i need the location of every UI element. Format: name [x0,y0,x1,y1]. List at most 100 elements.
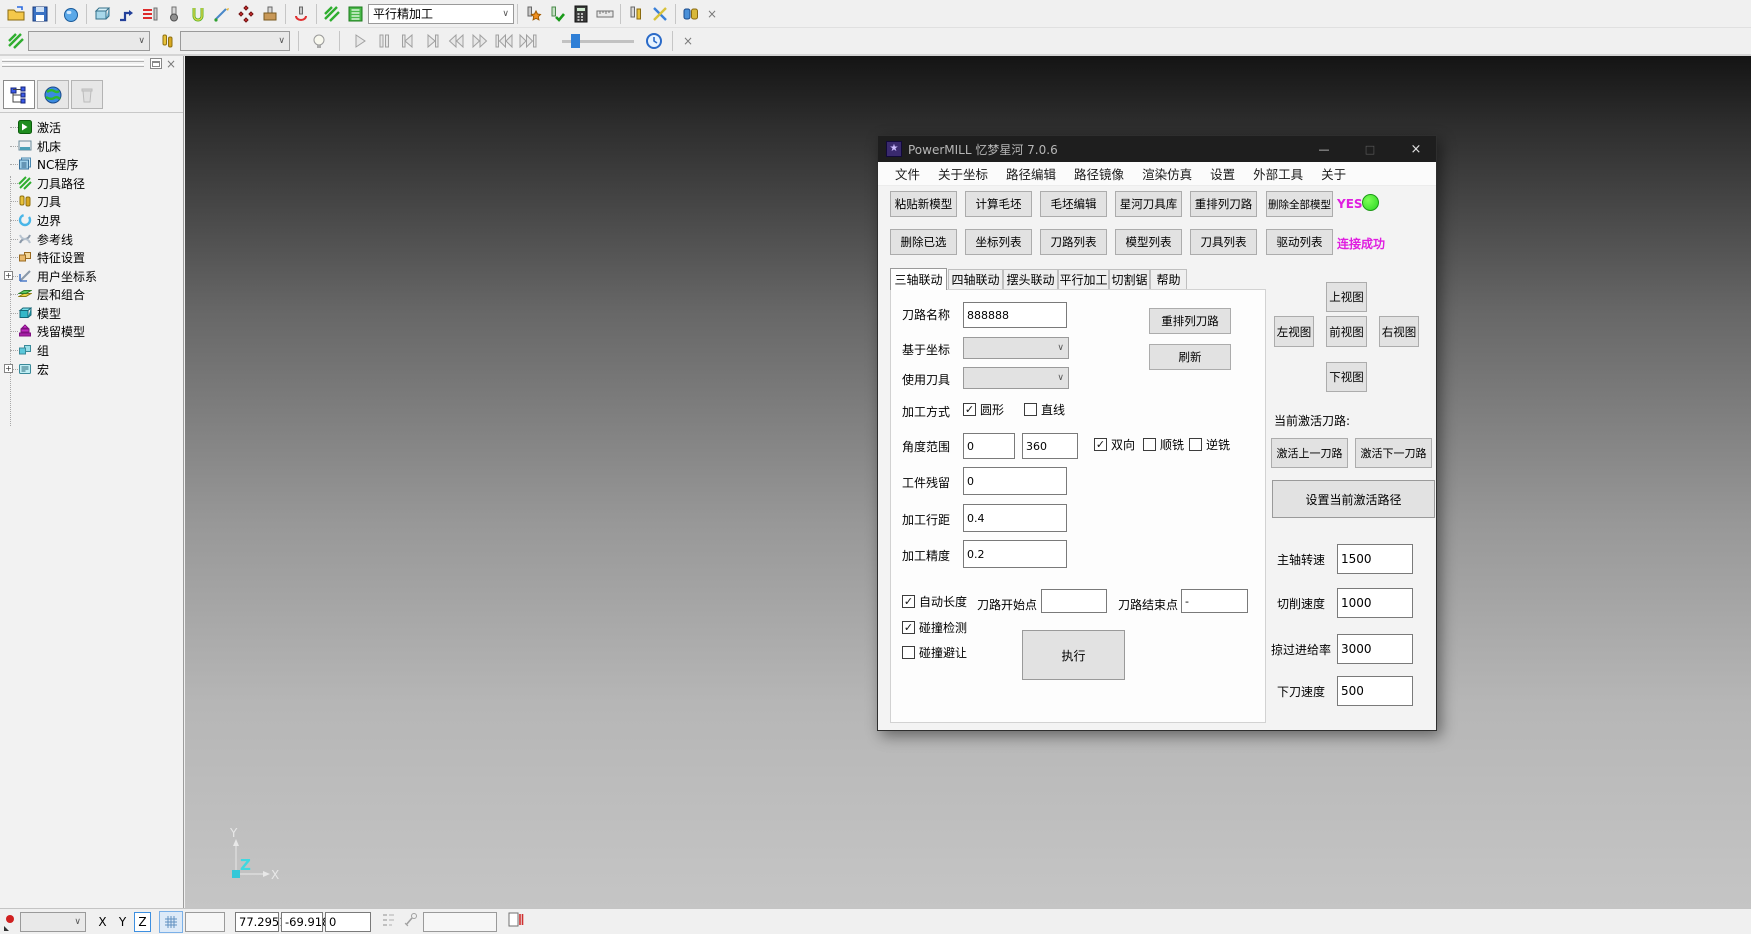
tree-item-workplanes[interactable]: 用户坐标系 [18,267,97,285]
tab-explorer-tree[interactable] [3,80,35,109]
collision-check-checkbox[interactable] [902,621,915,634]
go-to-end-icon[interactable] [516,29,540,53]
tree-item-stock-models[interactable]: 残留模型 [18,322,85,340]
set-active-path-button[interactable]: 设置当前激活路径 [1272,480,1435,518]
tree-item-macros[interactable]: 宏 [18,360,49,378]
mirror-transform-icon[interactable] [648,2,672,26]
skim-feed-input[interactable] [1337,634,1413,664]
message-field[interactable] [423,912,497,932]
axis-z-button[interactable]: Z [134,912,151,932]
bidirectional-option[interactable]: 双向 [1094,436,1135,452]
fast-forward-icon[interactable] [468,29,492,53]
tab-4axis-linkage[interactable]: 四轴联动 [948,269,1003,289]
refresh-button[interactable]: 刷新 [1149,344,1231,370]
panel-close-icon[interactable] [165,58,177,69]
circle-option[interactable]: 圆形 [963,401,1004,417]
tab-parallel-machining[interactable]: 平行加工 [1058,269,1109,289]
collision-avoid-option[interactable]: 碰撞避让 [902,644,967,660]
strategy-dropdown[interactable]: 平行精加工 [368,4,514,24]
create-boundary-icon[interactable] [186,2,210,26]
stock-allowance-input[interactable] [963,467,1067,495]
toolpath-list-button[interactable]: 刀路列表 [1040,229,1107,255]
shaded-model-icon[interactable] [59,2,83,26]
workplane-dropdown[interactable] [20,912,86,932]
tree-item-nc-program[interactable]: NC程序 [18,155,78,173]
view-top-button[interactable]: 上视图 [1326,282,1367,312]
tab-views-globe[interactable] [37,80,69,109]
circle-checkbox[interactable] [963,403,976,416]
tree-item-models[interactable]: 模型 [18,304,61,322]
plunge-speed-input[interactable] [1337,676,1413,706]
view-front-button[interactable]: 前视图 [1326,316,1367,347]
angle-end-input[interactable] [1022,433,1078,459]
step-back-icon[interactable] [396,29,420,53]
block-edit-button[interactable]: 毛坯编辑 [1040,191,1107,217]
conventional-checkbox[interactable] [1189,438,1202,451]
execute-button[interactable]: 执行 [1022,630,1125,680]
menu-path-mirror[interactable]: 路径镜像 [1065,164,1133,183]
tree-item-boundaries[interactable]: 边界 [18,211,61,229]
tree-item-toolpaths[interactable]: 刀具路径 [18,174,85,192]
open-project-icon[interactable] [4,2,28,26]
close-toolbar-icon[interactable] [703,5,721,23]
tool-list-button[interactable]: 刀具列表 [1190,229,1257,255]
tree-item-groups[interactable]: 组 [18,341,49,359]
coord-list-button[interactable]: 坐标列表 [965,229,1032,255]
conventional-option[interactable]: 逆铣 [1189,436,1230,452]
leads-and-links-icon[interactable] [289,2,313,26]
tool-icon[interactable] [156,29,180,53]
menu-settings[interactable]: 设置 [1201,164,1244,183]
menu-render-sim[interactable]: 渲染仿真 [1133,164,1201,183]
optimise-toolpath-icon[interactable] [521,2,545,26]
tab-help[interactable]: 帮助 [1150,269,1187,289]
shade-bulb-icon[interactable] [307,29,331,53]
maximize-button[interactable] [1350,136,1390,162]
rearrange-toolpath-button[interactable]: 重排列刀路 [1149,308,1231,334]
grid-toggle-button[interactable] [159,911,183,933]
toolpath-select-dropdown[interactable] [28,31,150,51]
tree-item-activate[interactable]: 激活 [18,118,61,136]
stepover-input[interactable] [963,504,1067,532]
line-option[interactable]: 直线 [1024,401,1065,417]
view-bottom-button[interactable]: 下视图 [1326,362,1367,392]
view-left-button[interactable]: 左视图 [1274,316,1314,347]
axis-y-button[interactable]: Y [114,912,131,932]
collision-check-option[interactable]: 碰撞检测 [902,619,967,635]
simulation-clock-icon[interactable] [642,29,666,53]
save-project-icon[interactable] [28,2,52,26]
toolpath-strategies-icon[interactable] [114,2,138,26]
angle-start-input[interactable] [963,433,1015,459]
rearrange-toolpaths-button[interactable]: 重排列刀路 [1190,191,1257,217]
tree-item-feature-sets[interactable]: 特征设置 [18,248,85,266]
coordinate-z-field[interactable]: 0 [325,912,371,932]
toolpath-icon[interactable] [4,29,28,53]
axis-x-button[interactable]: X [94,912,111,932]
step-forward-icon[interactable] [420,29,444,53]
rewind-icon[interactable] [444,29,468,53]
bidirectional-checkbox[interactable] [1094,438,1107,451]
grid-size-field[interactable] [185,912,225,932]
panel-grip[interactable] [2,59,144,62]
view-right-button[interactable]: 右视图 [1379,316,1419,347]
cutting-speed-input[interactable] [1337,588,1413,618]
create-tool-icon[interactable] [162,2,186,26]
tab-recycle-bin[interactable] [71,80,103,109]
paste-new-model-button[interactable]: 粘贴新模型 [890,191,957,217]
compute-block-button[interactable]: 计算毛坯 [965,191,1032,217]
delete-selected-button[interactable]: 删除已选 [890,229,957,255]
tolerance-input[interactable] [963,540,1067,568]
create-block-icon[interactable] [90,2,114,26]
feature-set-icon[interactable] [258,2,282,26]
close-button[interactable] [1396,136,1436,162]
coordinate-x-field[interactable]: 77.2951 [235,912,279,932]
pause-icon[interactable] [372,29,396,53]
panel-float-icon[interactable] [150,58,162,69]
tab-cutting-saw[interactable]: 切割锯 [1109,269,1150,289]
tree-item-levels-sets[interactable]: 层和组合 [18,285,85,303]
play-icon[interactable] [348,29,372,53]
menu-path-edit[interactable]: 路径编辑 [997,164,1065,183]
delete-all-models-button[interactable]: 删除全部模型 [1266,191,1333,217]
activate-prev-toolpath-button[interactable]: 激活上一刀路 [1271,438,1348,468]
dialog-titlebar[interactable]: PowerMILL 忆梦星河 7.0.6 [878,136,1436,162]
close-toolbar-icon[interactable] [679,32,697,50]
